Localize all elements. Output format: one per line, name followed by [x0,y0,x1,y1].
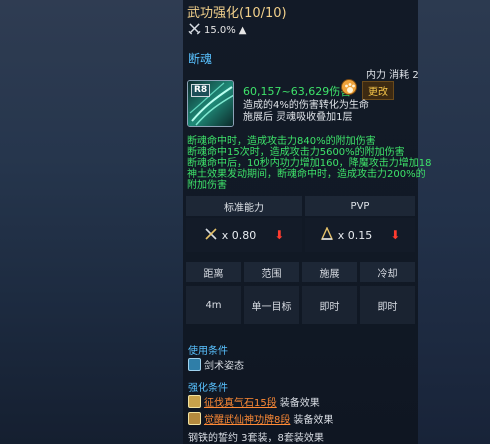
skill-rank-tag: R8 [191,84,211,97]
pvp-value: x 0.15 [337,228,373,242]
crossed-swords-icon [188,22,201,38]
standard-ability-header: 标准能力 [186,196,302,216]
pvp-value-cell: x 0.15 ⬇ [305,218,415,252]
damage-range: 60,157~63,629伤害 [243,85,352,98]
change-button[interactable]: 更改 [362,81,394,100]
spirit-stone-icon [188,395,201,408]
skill-name: 断魂 [188,52,213,66]
pvp-swords-icon [320,225,334,244]
property-header-cooldown: 冷却 [360,262,415,282]
equip-effect-text: 装备效果 [279,398,320,409]
enhance-condition-item: 觉醒武仙神功牌8段 装备效果 [188,411,333,426]
down-arrow-icon: ⬇ [274,228,285,242]
effect-line: 神土效果发动期间，断魂命中时，造成攻击力200%的 [187,169,426,180]
effect-line: 附加伤害 [187,180,227,191]
effect-line: 断魂命中时，造成攻击力840%的附加伤害 [187,136,376,147]
use-condition-text: 剑术姿态 [204,361,244,372]
effect-text: 断魂命中时，造成攻击力840%的附加伤害 断魂命中15次时，造成攻击力5600%… [187,136,432,191]
effect-line: 断魂命中后，10秒内功力增加160，降魔攻击力增加18 [187,158,432,169]
desc-line: 造成的4%的伤害转化为生命 [243,100,369,111]
property-value-range: 单一目标 [244,286,299,324]
stat-value: 15.0% [204,24,236,36]
down-arrow-icon: ⬇ [390,228,401,242]
use-condition-label: 使用条件 [188,346,228,357]
standard-ability-value: x 0.80 [221,228,257,242]
internal-power-cost: 内力 消耗 2 [366,70,419,81]
property-header-distance: 距离 [186,262,241,282]
enhance-condition-label: 强化条件 [188,383,228,394]
martial-card-link[interactable]: 觉醒武仙神功牌8段 [204,411,290,426]
property-value-cooldown: 即时 [360,286,415,324]
set-effect-text: 钢铁的誓约 3套装，8套装效果 [188,433,324,444]
pvp-column: PVP x 0.15 ⬇ [305,196,415,252]
stat-row: 15.0% ▲ [188,22,246,38]
spirit-stone-link[interactable]: 征伐真气石15段 [204,394,277,409]
background-right [418,0,490,444]
sword-stance-icon [188,358,201,371]
desc-line: 施展后 灵魂吸收叠加1层 [243,112,353,123]
standard-ability-value-cell: x 0.80 ⬇ [186,218,302,252]
equip-effect-text: 装备效果 [293,415,334,426]
skill-icon: R8 [187,80,234,127]
effect-line: 断魂命中15次时，造成攻击力5600%的附加伤害 [187,147,405,158]
stat-trend: ▲ [238,24,247,36]
background-left [0,0,183,444]
enhance-condition-item: 征伐真气石15段 装备效果 [188,394,320,409]
skill-properties-grid: 距离 范围 施展 冷却 4m 单一目标 即时 即时 [186,262,415,324]
property-value-distance: 4m [186,286,241,324]
paw-icon [341,79,357,95]
standard-ability-column: 标准能力 x 0.80 ⬇ [186,196,302,252]
property-header-range: 范围 [244,262,299,282]
use-condition-item: 剑术姿态 [188,357,244,372]
property-value-cast: 即时 [302,286,357,324]
enhance-title: 武功强化(10/10) [187,6,287,21]
martial-card-icon [188,412,201,425]
pvp-header: PVP [305,196,415,216]
property-header-cast: 施展 [302,262,357,282]
sword-icon [204,227,218,244]
skill-description: 造成的4%的伤害转化为生命 施展后 灵魂吸收叠加1层 [243,100,369,124]
